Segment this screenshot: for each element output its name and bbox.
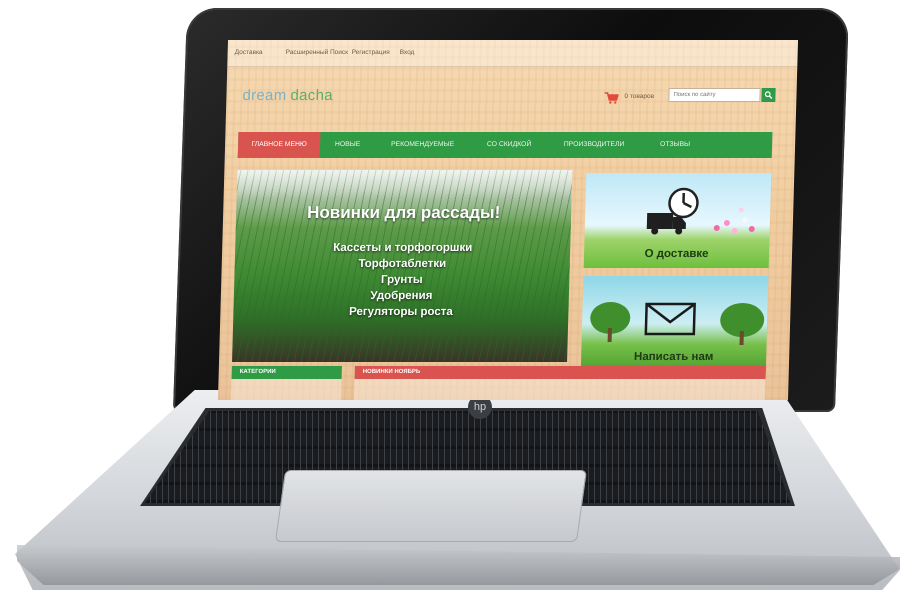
banner-line-peat-tablets: Торфотаблетки: [358, 258, 447, 270]
main-menu: ГЛАВНОЕ МЕНЮ НОВЫЕ РЕКОМЕНДУЕМЫЕ СО СКИД…: [237, 132, 773, 158]
shopping-cart-icon[interactable]: [604, 92, 619, 104]
banner-line-soil: Грунты: [380, 274, 423, 286]
topnav-link-register[interactable]: Регистрация: [352, 49, 390, 56]
site-logo[interactable]: dream dacha: [242, 87, 333, 104]
menu-item-discount[interactable]: СО СКИДКОЙ: [470, 132, 549, 158]
banner-title: Новинки для рассады!: [306, 203, 501, 222]
search-icon: [764, 91, 773, 99]
contact-card[interactable]: Написать нам: [580, 276, 769, 371]
laptop-screen: Доставка Расширенный Поиск Регистрация В…: [217, 40, 799, 400]
delivery-card[interactable]: О доставке: [583, 173, 772, 268]
touchpad: [274, 470, 588, 542]
banner-line-fertilizers: Удобрения: [370, 290, 433, 302]
topnav-link-delivery[interactable]: Доставка: [235, 49, 263, 56]
november-news-header: НОВИНКИ НОЯБРЬ: [354, 366, 766, 379]
logo-word-dacha: dacha: [290, 87, 334, 104]
promo-banner[interactable]: Новинки для рассады! Кассеты и торфогорш…: [232, 170, 573, 362]
cart-count[interactable]: 0 товаров: [624, 93, 654, 100]
logo-word-dream: dream: [242, 87, 287, 104]
categories-header: КАТЕГОРИИ: [231, 366, 342, 379]
menu-item-reviews[interactable]: ОТЗЫВЫ: [640, 132, 711, 158]
banner-line-growth-regulators: Регуляторы роста: [348, 306, 453, 318]
search-button[interactable]: [761, 88, 776, 102]
topnav-link-login[interactable]: Вход: [400, 49, 415, 56]
top-navigation: Доставка Расширенный Поиск Регистрация В…: [227, 40, 799, 67]
delivery-card-label: О доставке: [644, 248, 709, 260]
menu-item-new[interactable]: НОВЫЕ: [320, 132, 376, 158]
categories-panel: [230, 379, 342, 400]
contact-card-label: Написать нам: [633, 351, 714, 363]
topnav-link-advanced-search[interactable]: Расширенный Поиск: [286, 49, 349, 56]
banner-line-cassettes: Кассеты и торфогоршки: [333, 242, 473, 254]
november-news-panel: [353, 379, 766, 400]
search-input[interactable]: [668, 88, 761, 102]
menu-item-main[interactable]: ГЛАВНОЕ МЕНЮ: [237, 132, 321, 158]
menu-item-manufacturers[interactable]: ПРОИЗВОДИТЕЛИ: [548, 132, 641, 158]
menu-item-recommended[interactable]: РЕКОМЕНДУЕМЫЕ: [375, 132, 471, 158]
greenhouse-roof: [236, 170, 573, 198]
